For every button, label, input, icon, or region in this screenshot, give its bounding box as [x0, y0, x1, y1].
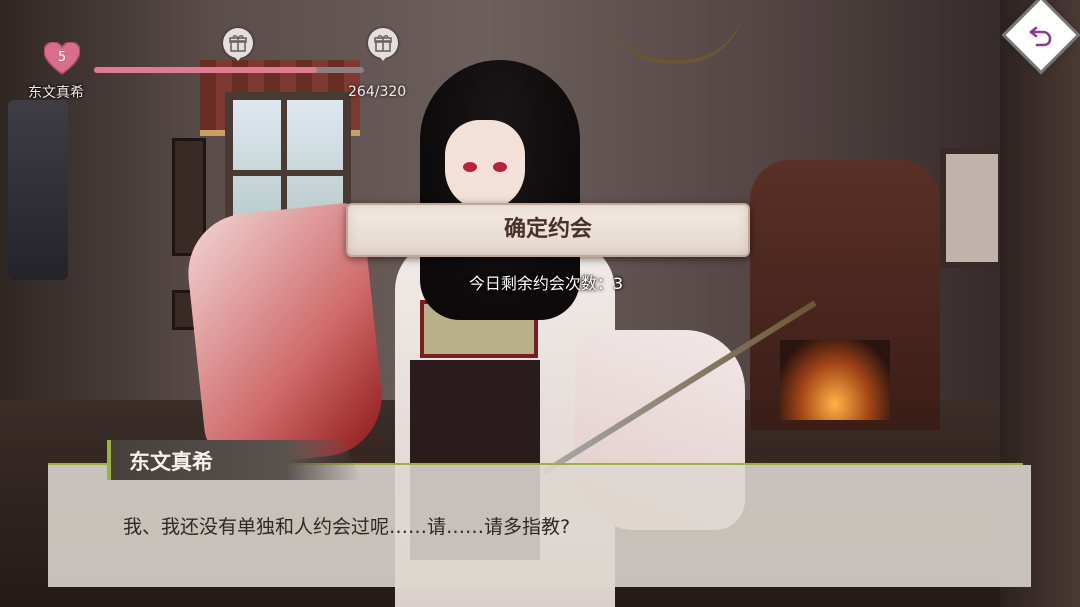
speaker-name: 东文真希: [129, 450, 213, 474]
character-face: [445, 120, 525, 210]
affection-hud: 5 东文真希 264/320: [0, 0, 440, 110]
wall-frame-right: [940, 148, 1004, 268]
back-button[interactable]: [1003, 0, 1080, 76]
character-name-label: 东文真希: [28, 85, 84, 101]
affection-level: 5: [57, 50, 67, 65]
confirm-date-button[interactable]: 确定约会: [346, 203, 750, 257]
heart-icon: 5: [44, 42, 80, 76]
dialogue-text: 我、我还没有单独和人约会过呢……请……请多指教?: [123, 516, 571, 538]
affection-progress-bar: [94, 67, 364, 73]
remaining-dates-text: 今日剩余约会次数：3: [468, 274, 624, 293]
speaker-name-plate: 东文真希: [107, 440, 361, 480]
affection-progress-text: 264/320: [348, 84, 407, 100]
character-eye: [463, 162, 477, 172]
gift-icon[interactable]: [223, 28, 253, 61]
fireplace: [780, 340, 890, 420]
hanging-coat: [8, 100, 68, 280]
return-arrow-icon: [1029, 26, 1052, 47]
gift-icon[interactable]: [368, 28, 398, 61]
character-eye: [493, 162, 507, 172]
affection-progress-fill: [94, 67, 317, 73]
